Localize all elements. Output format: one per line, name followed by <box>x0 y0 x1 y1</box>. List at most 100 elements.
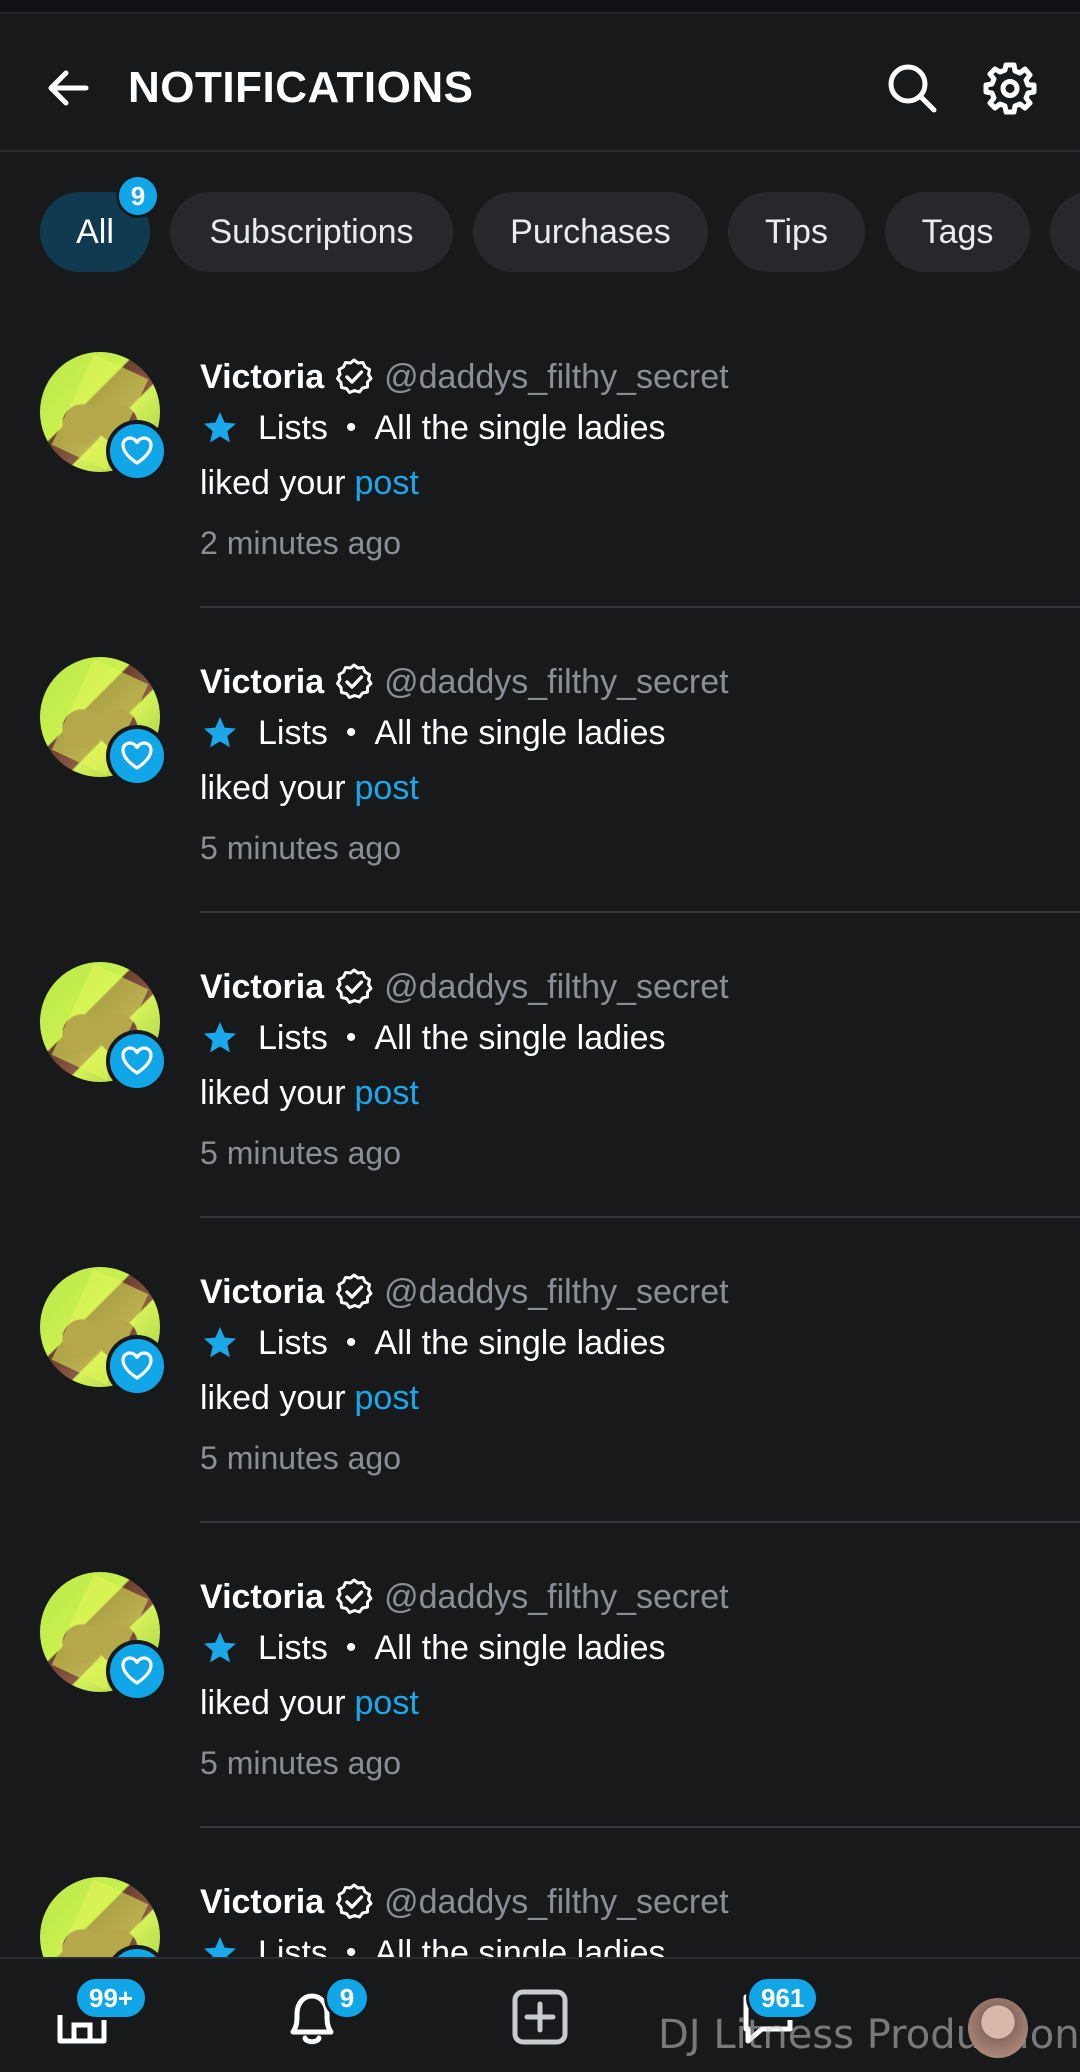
timestamp: 5 minutes ago <box>200 1134 402 1171</box>
list-name[interactable]: All the single ladies <box>374 409 665 448</box>
profile-avatar[interactable] <box>968 1998 1028 2058</box>
user-name[interactable]: Victoria <box>200 663 324 702</box>
chip-all-label: All <box>76 212 114 251</box>
search-button[interactable] <box>880 56 944 120</box>
settings-button[interactable] <box>978 56 1042 120</box>
star-icon <box>204 412 236 443</box>
user-name[interactable]: Victoria <box>200 968 324 1007</box>
list-info: Lists • All the single ladies <box>200 1319 666 1367</box>
notification-item[interactable]: Victoria @daddys_filthy_secret Lists • A… <box>0 1837 1080 1957</box>
verified-icon <box>334 357 374 397</box>
user-name[interactable]: Victoria <box>200 358 324 397</box>
name-line: Victoria @daddys_filthy_secret <box>200 352 729 402</box>
divider <box>200 606 1080 608</box>
verified-icon <box>334 967 374 1007</box>
back-arrow-icon <box>48 70 89 106</box>
list-prefix: Lists <box>258 1628 328 1667</box>
chip-more[interactable] <box>1050 192 1080 272</box>
list-name[interactable]: All the single ladies <box>374 1324 665 1363</box>
user-handle[interactable]: @daddys_filthy_secret <box>384 1883 728 1922</box>
heart-icon <box>121 436 153 465</box>
like-badge <box>106 1335 168 1397</box>
list-prefix: Lists <box>258 1933 328 1958</box>
list-name[interactable]: All the single ladies <box>374 1934 665 1958</box>
separator-dot: • <box>345 716 357 749</box>
name-line: Victoria @daddys_filthy_secret <box>200 1877 729 1927</box>
star-icon <box>204 1937 236 1957</box>
list-prefix: Lists <box>258 1323 328 1362</box>
chip-subscriptions[interactable]: Subscriptions <box>170 192 453 272</box>
action-label: liked your <box>200 1073 346 1112</box>
action-text: liked your post <box>200 1373 419 1423</box>
chip-tags[interactable]: Tags <box>885 192 1030 272</box>
action-label: liked your <box>200 463 346 502</box>
post-link[interactable]: post <box>355 464 419 503</box>
notification-item[interactable]: Victoria @daddys_filthy_secret Lists • A… <box>0 312 1080 617</box>
action-label: liked your <box>200 1683 346 1722</box>
heart-icon <box>121 1351 153 1380</box>
user-handle[interactable]: @daddys_filthy_secret <box>384 663 728 702</box>
separator-dot: • <box>345 1326 357 1359</box>
post-link[interactable]: post <box>355 1684 419 1723</box>
list-info: Lists • All the single ladies <box>200 404 666 452</box>
name-line: Victoria @daddys_filthy_secret <box>200 1267 729 1317</box>
star-icon <box>204 1632 236 1663</box>
user-handle[interactable]: @daddys_filthy_secret <box>384 1578 728 1617</box>
name-line: Victoria @daddys_filthy_secret <box>200 657 729 707</box>
post-link[interactable]: post <box>355 769 419 808</box>
timestamp: 5 minutes ago <box>200 1744 402 1781</box>
user-handle[interactable]: @daddys_filthy_secret <box>384 968 728 1007</box>
chip-tips[interactable]: Tips <box>728 192 865 272</box>
list-name[interactable]: All the single ladies <box>374 1629 665 1668</box>
page-title: NOTIFICATIONS <box>128 63 474 112</box>
list-name[interactable]: All the single ladies <box>374 1019 665 1058</box>
filter-chips: All 9 Subscriptions Purchases Tips Tags <box>0 152 1080 312</box>
notification-list: Victoria @daddys_filthy_secret Lists • A… <box>0 312 1080 1957</box>
separator-dot: • <box>345 411 357 444</box>
like-badge <box>106 1640 168 1702</box>
user-name[interactable]: Victoria <box>200 1578 324 1617</box>
gear-icon <box>983 62 1037 115</box>
divider <box>200 1826 1080 1828</box>
user-handle[interactable]: @daddys_filthy_secret <box>384 358 728 397</box>
like-badge <box>106 1030 168 1092</box>
notification-item[interactable]: Victoria @daddys_filthy_secret Lists • A… <box>0 617 1080 922</box>
verified-icon <box>334 662 374 702</box>
user-name[interactable]: Victoria <box>200 1883 324 1922</box>
action-label: liked your <box>200 1378 346 1417</box>
like-badge <box>106 420 168 482</box>
list-name[interactable]: All the single ladies <box>374 714 665 753</box>
user-name[interactable]: Victoria <box>200 1273 324 1312</box>
notification-item[interactable]: Victoria @daddys_filthy_secret Lists • A… <box>0 922 1080 1227</box>
notifications-badge: 9 <box>324 1976 370 2020</box>
list-info: Lists • All the single ladies <box>200 709 666 757</box>
heart-icon <box>121 741 153 770</box>
post-link[interactable]: post <box>355 1074 419 1113</box>
post-link[interactable]: post <box>355 1379 419 1418</box>
chip-subscriptions-label: Subscriptions <box>209 212 414 251</box>
chip-purchases[interactable]: Purchases <box>473 192 708 272</box>
back-button[interactable] <box>36 56 100 120</box>
chip-all-badge: 9 <box>116 174 160 218</box>
separator-dot: • <box>345 1021 357 1054</box>
nav-add-post[interactable] <box>500 1977 580 2057</box>
notification-item[interactable]: Victoria @daddys_filthy_secret Lists • A… <box>0 1227 1080 1532</box>
notification-item[interactable]: Victoria @daddys_filthy_secret Lists • A… <box>0 1532 1080 1837</box>
timestamp: 2 minutes ago <box>200 524 402 561</box>
list-prefix: Lists <box>258 713 328 752</box>
action-text: liked your post <box>200 1068 419 1118</box>
name-line: Victoria @daddys_filthy_secret <box>200 1572 729 1622</box>
like-badge <box>106 725 168 787</box>
app-header: NOTIFICATIONS <box>0 14 1080 152</box>
separator-dot: • <box>345 1631 357 1664</box>
heart-icon <box>121 1656 153 1685</box>
action-text: liked your post <box>200 458 419 508</box>
user-handle[interactable]: @daddys_filthy_secret <box>384 1273 728 1312</box>
list-prefix: Lists <box>258 408 328 447</box>
chip-tips-label: Tips <box>765 212 828 251</box>
divider <box>200 1216 1080 1218</box>
star-icon <box>204 1022 236 1053</box>
action-label: liked your <box>200 768 346 807</box>
divider <box>200 911 1080 913</box>
separator-dot: • <box>345 1936 357 1957</box>
